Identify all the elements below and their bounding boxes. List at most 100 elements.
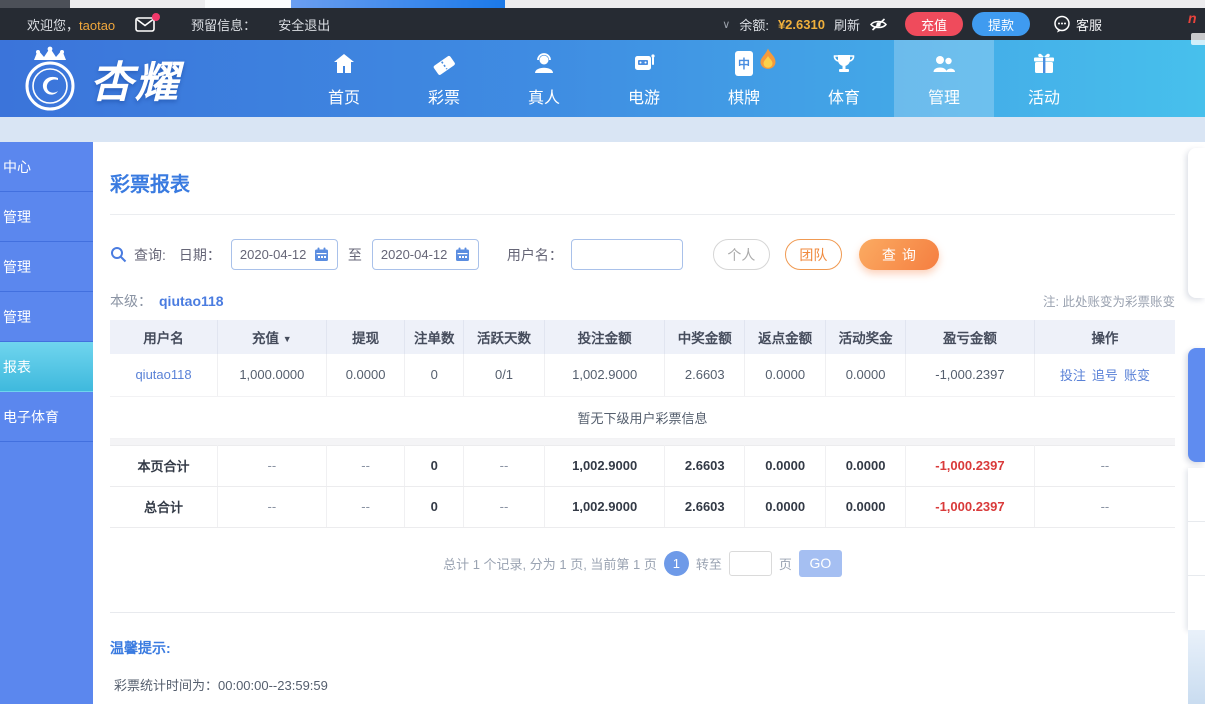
- panel-divider: [1188, 575, 1205, 576]
- level-label: 本级：: [110, 293, 152, 309]
- go-button[interactable]: GO: [798, 549, 842, 577]
- users-icon: [931, 50, 957, 77]
- grand-total-row: 总合计 -- -- 0 -- 1,002.9000 2.6603 0.0000 …: [110, 485, 1175, 528]
- mail-icon[interactable]: [135, 12, 161, 32]
- trophy-icon: [831, 50, 857, 77]
- nav-item-live[interactable]: 真人: [494, 40, 594, 117]
- floating-panel-top[interactable]: [1188, 148, 1205, 298]
- cell-activity: 0.0000: [825, 354, 907, 397]
- cell-withdraw: 0.0000: [326, 354, 406, 397]
- nav-item-activity[interactable]: 活动: [994, 40, 1094, 117]
- page-layout: 中心 管理 管理 管理 报表 电子体育 彩票报表 查询: 日期： 2020-04…: [0, 142, 1205, 704]
- cell-actions: 投注 追号 账变: [1034, 354, 1175, 397]
- tips-title: 温馨提示:: [110, 639, 171, 656]
- balance-label: 余额:: [739, 17, 769, 33]
- to-label: 至: [347, 246, 362, 263]
- logo-emblem-icon: [25, 46, 75, 110]
- header-actions: 操作: [1034, 320, 1175, 354]
- total-cell: 0.0000: [825, 485, 907, 528]
- account-change-link[interactable]: 账变: [1124, 368, 1150, 383]
- cell-active-days: 0/1: [463, 354, 545, 397]
- nav-item-sports[interactable]: 体育: [794, 40, 894, 117]
- sidebar-item-manage-2[interactable]: 管理: [0, 242, 93, 292]
- nav-label: 真人: [527, 89, 560, 107]
- floating-panel-blue[interactable]: [1188, 348, 1205, 462]
- report-table: 用户名 充值 ▼ 提现 注单数 活跃天数 投注金额 中奖金额 返点金额 活动奖金…: [110, 320, 1175, 528]
- level-username: qiutao118: [159, 293, 224, 309]
- empty-message-row: 暂无下级用户彩票信息: [110, 396, 1175, 439]
- nav-item-egames[interactable]: 电游: [594, 40, 694, 117]
- total-profit-cell: -1,000.2397: [905, 485, 1035, 528]
- team-filter-button[interactable]: 团队: [784, 239, 842, 270]
- personal-filter-button[interactable]: 个人: [712, 239, 770, 270]
- date-to-input[interactable]: 2020-04-12: [371, 239, 479, 270]
- balance-value: ¥2.6310: [777, 16, 825, 32]
- nav-label: 首页: [327, 89, 360, 107]
- sidebar-item-manage-1[interactable]: 管理: [0, 192, 93, 242]
- username-link[interactable]: qiutao118: [135, 367, 191, 382]
- site-logo[interactable]: 杏耀: [14, 44, 180, 114]
- cell-bet: 1,002.9000: [544, 354, 666, 397]
- goto-page-input[interactable]: [728, 550, 772, 576]
- nav-item-manage[interactable]: 管理: [894, 40, 994, 117]
- deposit-button[interactable]: 充值: [904, 12, 963, 36]
- topbar-left: 欢迎您，taotao 预留信息： 安全退出: [27, 12, 330, 34]
- current-page-button[interactable]: 1: [663, 550, 689, 576]
- nav-item-lottery[interactable]: 彩票: [394, 40, 494, 117]
- tips-line: 彩票统计时间为：00:00:00--23:59:59: [114, 677, 328, 693]
- chase-number-link[interactable]: 追号: [1092, 368, 1118, 383]
- withdraw-button[interactable]: 提款: [971, 12, 1030, 36]
- total-cell: --: [1034, 444, 1175, 487]
- total-cell: 0.0000: [744, 485, 827, 528]
- header-active-days: 活跃天数: [463, 320, 545, 354]
- calendar-icon: [314, 247, 328, 261]
- eye-off-icon[interactable]: [869, 17, 888, 32]
- chat-icon: [1054, 15, 1070, 33]
- table-header-row: 用户名 充值 ▼ 提现 注单数 活跃天数 投注金额 中奖金额 返点金额 活动奖金…: [110, 320, 1175, 354]
- browser-strip-tab: [205, 0, 293, 8]
- header-recharge-sortable[interactable]: 充值 ▼: [217, 320, 327, 354]
- ticket-icon: [431, 50, 457, 77]
- nav-label: 体育: [827, 89, 860, 107]
- total-cell: 0.0000: [744, 444, 827, 487]
- header-orders: 注单数: [404, 320, 465, 354]
- total-label: 本页合计: [110, 444, 219, 487]
- mail-notification-dot: [152, 12, 161, 21]
- date-from-input[interactable]: 2020-04-12: [230, 239, 338, 270]
- welcome-prefix: 欢迎您，: [27, 17, 80, 33]
- nav-item-home[interactable]: 首页: [294, 40, 394, 117]
- refresh-balance-link[interactable]: 刷新: [834, 15, 860, 34]
- query-button[interactable]: 查询: [858, 239, 939, 270]
- cell-profit: -1,000.2397: [905, 354, 1035, 397]
- floating-widget-logo: n: [1188, 10, 1197, 26]
- username-input[interactable]: [570, 239, 683, 270]
- slot-machine-icon: [631, 50, 657, 77]
- sidebar-item-report[interactable]: 报表: [0, 342, 93, 392]
- chevron-down-icon[interactable]: ∨: [722, 18, 730, 31]
- sidebar-item-manage-3[interactable]: 管理: [0, 292, 93, 342]
- floating-panel-menu[interactable]: [1188, 468, 1205, 630]
- hot-flame-icon: [759, 48, 777, 75]
- total-cell: 2.6603: [664, 444, 746, 487]
- floating-side-widget: n: [1188, 0, 1205, 704]
- sidebar-item-esports[interactable]: 电子体育: [0, 392, 93, 442]
- nav-label: 管理: [927, 89, 960, 107]
- logout-link[interactable]: 安全退出: [278, 15, 330, 34]
- sidebar-item-center[interactable]: 中心: [0, 142, 93, 192]
- total-cell: 1,002.9000: [544, 485, 666, 528]
- nav-item-boardgames[interactable]: 中 棋牌: [694, 40, 794, 117]
- nav-label: 电游: [627, 89, 660, 107]
- cell-username: qiutao118: [110, 354, 219, 397]
- total-profit-cell: -1,000.2397: [905, 444, 1035, 487]
- customer-service-link[interactable]: 客服: [1053, 15, 1102, 34]
- total-cell: --: [326, 485, 406, 528]
- total-cell: 0: [404, 485, 465, 528]
- bet-detail-link[interactable]: 投注: [1060, 368, 1086, 383]
- person-icon: [531, 50, 557, 77]
- sub-strip: [0, 117, 1205, 142]
- username-label: 用户名：: [506, 246, 563, 263]
- total-cell: --: [217, 485, 327, 528]
- topbar-right: ∨ 余额: ¥2.6310 刷新 充值 提款 客服: [722, 12, 1102, 36]
- header-profit-amount: 盈亏金额: [905, 320, 1035, 354]
- total-cell: 1,002.9000: [544, 444, 666, 487]
